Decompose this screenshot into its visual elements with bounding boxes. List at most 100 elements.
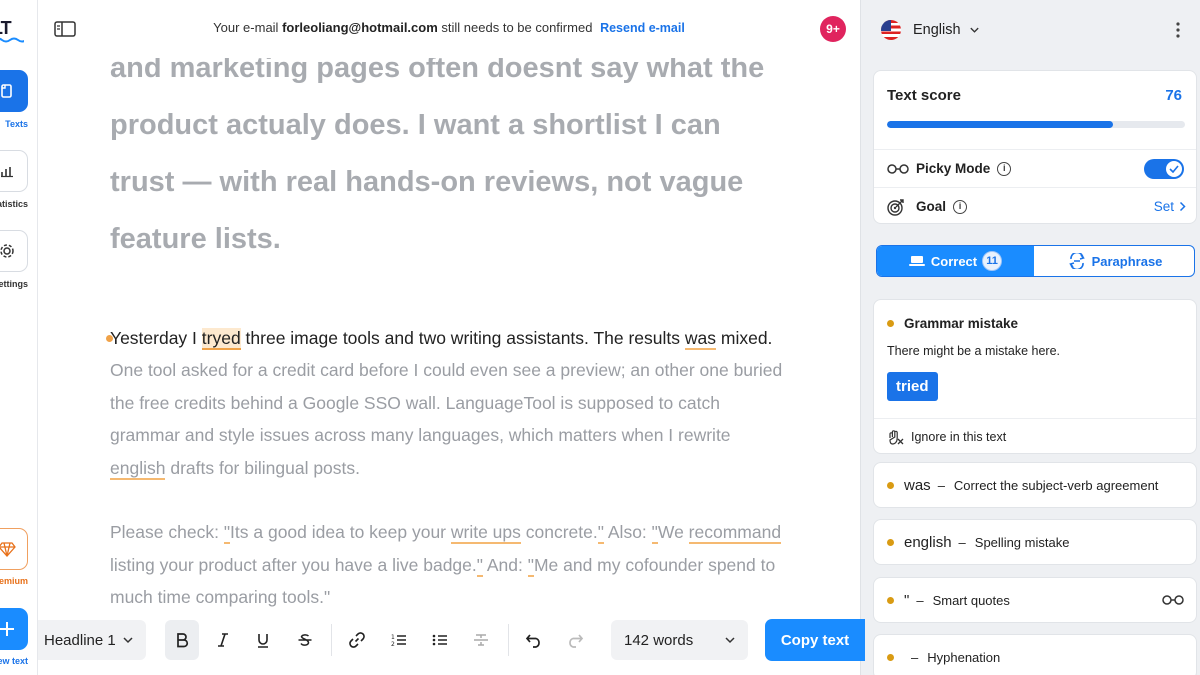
horizontal-rule-icon <box>474 634 488 646</box>
language-value: English <box>913 22 961 38</box>
error-tryed[interactable]: tryed <box>201 328 241 350</box>
app-logo[interactable]: LT <box>0 18 12 39</box>
text-span: Yesterday I <box>110 328 202 348</box>
strikethrough-icon <box>298 634 312 646</box>
active-issue-card[interactable]: Grammar mistake There might be a mistake… <box>873 299 1197 454</box>
svg-text:2: 2 <box>391 641 395 648</box>
rail-settings-button[interactable] <box>0 230 28 272</box>
rail-statistics-label: Statistics <box>0 199 28 209</box>
paragraph-style-select[interactable]: Headline 1 <box>38 620 146 660</box>
picky-mode-toggle[interactable] <box>1144 159 1184 179</box>
tab-correct[interactable]: Correct 11 <box>877 246 1034 276</box>
issue-title: Grammar mistake <box>887 316 1018 331</box>
tab-paraphrase[interactable]: Paraphrase <box>1034 246 1194 276</box>
text-span: mixed. <box>716 328 773 348</box>
tab-paraphrase-label: Paraphrase <box>1091 253 1163 269</box>
editor-area[interactable]: and marketing pages often doesnt say wha… <box>38 0 860 675</box>
mode-tabs: Correct 11 Paraphrase <box>876 245 1195 277</box>
headline-text[interactable]: and marketing pages often doesnt say wha… <box>110 40 770 268</box>
issue-word: was <box>904 476 931 494</box>
glasses-icon <box>1162 595 1184 605</box>
issue-description: Smart quotes <box>932 592 1010 608</box>
text-score-card: Text score 76 Picky Mode i Goal i Set <box>873 70 1197 224</box>
correct-count-badge: 11 <box>982 251 1003 271</box>
suggestion-button[interactable]: tried <box>887 372 938 401</box>
info-icon[interactable]: i <box>997 161 1012 176</box>
notifications-badge[interactable]: 9+ <box>820 16 846 42</box>
italic-button[interactable] <box>206 620 240 660</box>
link-button[interactable] <box>340 620 374 660</box>
paragraph-1[interactable]: Yesterday I tryed three image tools and … <box>110 322 790 355</box>
error-recommand[interactable]: recommand <box>688 522 782 544</box>
bullet-list-button[interactable] <box>423 620 457 660</box>
undo-button[interactable] <box>517 620 551 660</box>
redo-icon <box>569 634 584 648</box>
new-text-button[interactable] <box>0 608 28 650</box>
undo-icon <box>525 634 540 648</box>
numbered-list-button[interactable]: 12 <box>382 620 416 660</box>
goal-set-link[interactable]: Set <box>1154 199 1174 214</box>
issue-card[interactable]: – Hyphenation <box>873 634 1197 675</box>
paraphrase-icon <box>1068 253 1085 269</box>
horizontal-rule-button[interactable] <box>464 620 498 660</box>
text-score-bar-fill <box>887 121 1114 128</box>
text-span: We <box>657 522 689 542</box>
issue-card[interactable]: was – Correct the subject-verb agreement <box>873 462 1197 508</box>
more-options-icon[interactable] <box>1176 22 1180 38</box>
goal-row[interactable]: Goal i Set <box>874 187 1196 225</box>
strikethrough-button[interactable] <box>288 620 322 660</box>
ignore-in-text-button[interactable]: Ignore in this text <box>874 418 1196 454</box>
chevron-down-icon <box>123 637 133 644</box>
word-count-select[interactable]: 142 words <box>611 620 748 660</box>
us-flag-icon <box>881 20 901 40</box>
premium-button[interactable] <box>0 528 28 570</box>
bold-button[interactable] <box>165 620 199 660</box>
issue-dot <box>887 596 894 604</box>
email-confirmation-notice: Your e-mail forleoliang@hotmail.com stil… <box>38 20 860 35</box>
check-icon <box>1169 165 1179 173</box>
issue-dot <box>887 320 894 327</box>
issue-message: There might be a mistake here. <box>887 344 1060 358</box>
underline-button[interactable] <box>246 620 280 660</box>
ignore-label: Ignore in this text <box>911 429 1007 444</box>
text-span: Please check: <box>110 522 224 542</box>
issue-dot <box>887 538 894 546</box>
target-icon <box>887 198 904 216</box>
rail-texts-button[interactable] <box>0 70 28 112</box>
text-span: And: <box>482 554 528 575</box>
chevron-down-icon <box>725 637 735 644</box>
text-span: Its a good idea to keep your <box>230 522 451 542</box>
issue-card[interactable]: " – Smart quotes <box>873 577 1197 623</box>
text-score-title: Text score <box>887 87 961 104</box>
rail-statistics-button[interactable] <box>0 150 28 192</box>
gear-icon <box>0 244 14 258</box>
resend-email-link[interactable]: Resend e-mail <box>600 21 685 35</box>
paragraph-2[interactable]: One tool asked for a credit card before … <box>110 354 790 484</box>
top-bar: Your e-mail forleoliang@hotmail.com stil… <box>38 0 860 58</box>
link-icon <box>349 632 365 648</box>
error-write-ups[interactable]: write ups <box>450 522 521 544</box>
redo-button[interactable] <box>558 620 592 660</box>
underline-icon <box>258 634 268 648</box>
ignore-icon <box>889 429 904 445</box>
copy-text-button[interactable]: Copy text <box>765 619 865 661</box>
info-icon[interactable]: i <box>953 199 968 214</box>
issue-card[interactable]: english – Spelling mistake <box>873 519 1197 565</box>
text-score-bar <box>887 121 1185 128</box>
text-span: listing your product after you have a li… <box>110 554 477 575</box>
text-span: " <box>323 587 331 607</box>
error-was[interactable]: was <box>684 328 717 350</box>
paragraph-3[interactable]: Please check: " Its a good idea to keep y… <box>110 516 790 614</box>
left-rail: LT Texts Statistics Settings Premium New… <box>0 0 38 675</box>
rail-settings-label: Settings <box>0 279 28 289</box>
language-selector[interactable]: English <box>881 20 980 40</box>
numbered-list-icon: 12 <box>391 634 406 648</box>
issue-dash: – <box>958 534 966 550</box>
error-english[interactable]: english <box>110 457 166 480</box>
issue-description: Correct the subject-verb agreement <box>953 477 1159 493</box>
documents-icon <box>1 84 12 98</box>
issue-dot <box>887 653 894 661</box>
bold-icon <box>177 633 189 648</box>
tab-correct-label: Correct <box>930 253 978 269</box>
issue-title-text: Grammar mistake <box>904 316 1019 331</box>
